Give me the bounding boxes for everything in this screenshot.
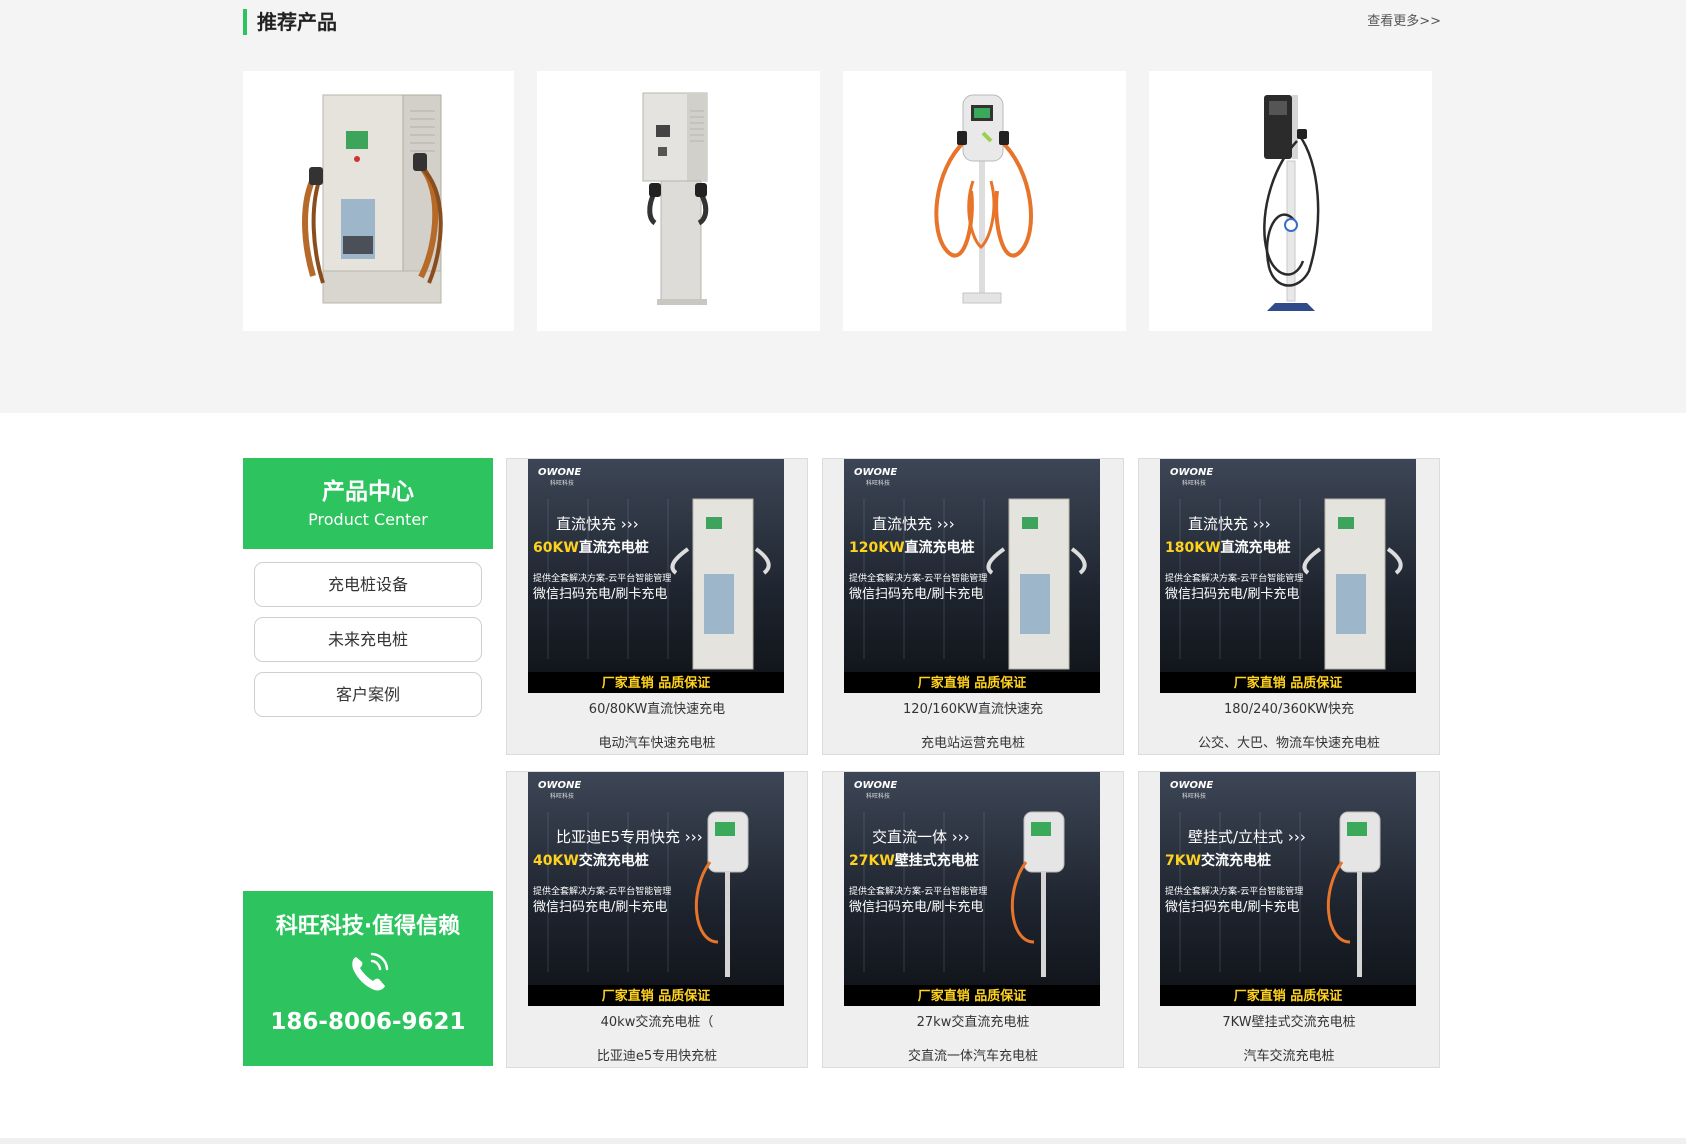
- banner-line-a: 提供全套解决方案-云平台智能管理: [533, 885, 671, 897]
- banner-brand-cn: 科旺科技: [550, 792, 574, 800]
- recommend-product-3[interactable]: [843, 71, 1126, 331]
- banner-power: 40KW交流充电桩: [533, 852, 649, 869]
- banner-headline: 比亚迪E5专用快充 ›››: [556, 828, 703, 846]
- contact-slogan: 科旺科技·值得信赖: [275, 914, 461, 939]
- banner-power: 7KW交流充电桩: [1165, 852, 1271, 869]
- banner-line-a: 提供全套解决方案-云平台智能管理: [533, 572, 671, 584]
- recommend-product-1[interactable]: [243, 71, 514, 331]
- product-sidebar: 产品中心 Product Center 充电桩设备 未来充电桩 客户案例 科旺科…: [243, 458, 493, 1066]
- product-banner-image: OWONE 科旺科技 交直流一体 ››› 27KW壁挂式充电桩 提供全套解决方案…: [844, 772, 1100, 1006]
- banner-footer: 厂家直销 品质保证: [918, 675, 1027, 691]
- product-banner: OWONE 科旺科技 直流快充 ››› 120KW直流充电桩 提供全套解决方案-…: [844, 459, 1100, 693]
- banner-headline: 直流快充 ›››: [556, 515, 639, 533]
- banner-brand-cn: 科旺科技: [550, 479, 574, 487]
- banner-brand: OWONE: [1170, 780, 1213, 791]
- product-name: 7KW壁挂式交流充电桩: [1222, 1015, 1356, 1030]
- product-banner: OWONE 科旺科技 直流快充 ››› 60KW直流充电桩 提供全套解决方案-云…: [528, 459, 784, 693]
- ac-charger-black-image: [1263, 95, 1320, 311]
- sidebar-title-en: Product Center: [308, 510, 428, 529]
- banner-footer: 厂家直销 品质保证: [602, 675, 711, 691]
- banner-brand-cn: 科旺科技: [866, 792, 890, 800]
- product-card[interactable]: OWONE 科旺科技 交直流一体 ››› 27KW壁挂式充电桩 提供全套解决方案…: [822, 771, 1124, 1068]
- banner-line-b: 微信扫码充电/刷卡充电: [533, 586, 667, 602]
- banner-line-b: 微信扫码充电/刷卡充电: [849, 586, 983, 602]
- product-subtitle: 比亚迪e5专用快充桩: [596, 1049, 718, 1064]
- banner-brand-cn: 科旺科技: [1182, 792, 1206, 800]
- banner-footer: 厂家直销 品质保证: [918, 988, 1027, 1004]
- recommend-section: 推荐产品 查看更多>>: [0, 0, 1686, 413]
- sidebar-header: 产品中心 Product Center: [243, 458, 493, 549]
- banner-line-a: 提供全套解决方案-云平台智能管理: [1165, 572, 1303, 584]
- banner-footer: 厂家直销 品质保证: [602, 988, 711, 1004]
- banner-brand: OWONE: [538, 467, 581, 478]
- banner-brand: OWONE: [1170, 467, 1213, 478]
- product-name: 120/160KW直流快速充: [903, 702, 1043, 717]
- recommend-product-2[interactable]: [537, 71, 820, 331]
- banner-line-a: 提供全套解决方案-云平台智能管理: [849, 885, 987, 897]
- product-banner: OWONE 科旺科技 直流快充 ››› 180KW直流充电桩 提供全套解决方案-…: [1160, 459, 1416, 693]
- product-subtitle: 公交、大巴、物流车快速充电桩: [1197, 736, 1380, 751]
- product-card[interactable]: OWONE 科旺科技 直流快充 ››› 180KW直流充电桩 提供全套解决方案-…: [1138, 458, 1440, 755]
- product-banner: OWONE 科旺科技 交直流一体 ››› 27KW壁挂式充电桩 提供全套解决方案…: [844, 772, 1100, 1006]
- product-name: 40kw交流充电桩（: [600, 1015, 714, 1030]
- contact-box: 科旺科技·值得信赖 186-8006-9621: [243, 891, 493, 1066]
- recommend-title: 推荐产品: [257, 10, 337, 34]
- product-banner: OWONE 科旺科技 比亚迪E5专用快充 ››› 40KW交流充电桩 提供全套解…: [528, 772, 784, 1006]
- banner-power: 27KW壁挂式充电桩: [849, 852, 979, 869]
- sidebar-item-charging-equipment[interactable]: 充电桩设备: [254, 562, 482, 607]
- product-name: 180/240/360KW快充: [1223, 702, 1355, 717]
- banner-power: 120KW直流充电桩: [849, 539, 975, 556]
- product-banner-image: OWONE 科旺科技 直流快充 ››› 120KW直流充电桩 提供全套解决方案-…: [844, 459, 1100, 693]
- phone-icon: [352, 952, 389, 991]
- dc-cabinet-image: [302, 94, 443, 304]
- recommend-header: 推荐产品 查看更多>>: [243, 9, 1441, 35]
- banner-power: 180KW直流充电桩: [1165, 539, 1291, 556]
- banner-brand-cn: 科旺科技: [866, 479, 890, 487]
- product-card[interactable]: OWONE 科旺科技 直流快充 ››› 60KW直流充电桩 提供全套解决方案-云…: [506, 458, 808, 755]
- product-name: 27kw交直流充电桩: [916, 1015, 1030, 1030]
- banner-line-a: 提供全套解决方案-云平台智能管理: [849, 572, 987, 584]
- product-banner-image: OWONE 科旺科技 直流快充 ››› 60KW直流充电桩 提供全套解决方案-云…: [528, 459, 784, 693]
- product-banner-image: OWONE 科旺科技 直流快充 ››› 180KW直流充电桩 提供全套解决方案-…: [1160, 459, 1416, 693]
- sidebar-item-customer-cases[interactable]: 客户案例: [254, 672, 482, 717]
- product-banner-image: OWONE 科旺科技 壁挂式/立柱式 ››› 7KW交流充电桩 提供全套解决方案…: [1160, 772, 1416, 1006]
- banner-footer: 厂家直销 品质保证: [1234, 675, 1343, 691]
- sidebar-title-cn: 产品中心: [322, 479, 414, 505]
- product-subtitle: 充电站运营充电桩: [920, 736, 1025, 751]
- product-name: 60/80KW直流快速充电: [588, 702, 726, 717]
- banner-power: 60KW直流充电桩: [533, 539, 649, 556]
- view-more-link[interactable]: 查看更多>>: [1367, 9, 1441, 35]
- product-card[interactable]: OWONE 科旺科技 壁挂式/立柱式 ››› 7KW交流充电桩 提供全套解决方案…: [1138, 771, 1440, 1068]
- banner-footer: 厂家直销 品质保证: [1234, 988, 1343, 1004]
- recommend-product-4[interactable]: [1149, 71, 1432, 331]
- product-subtitle: 汽车交流充电桩: [1243, 1049, 1335, 1064]
- product-card[interactable]: OWONE 科旺科技 比亚迪E5专用快充 ››› 40KW交流充电桩 提供全套解…: [506, 771, 808, 1068]
- banner-line-b: 微信扫码充电/刷卡充电: [533, 899, 667, 915]
- banner-line-a: 提供全套解决方案-云平台智能管理: [1165, 885, 1303, 897]
- product-subtitle: 电动汽车快速充电桩: [598, 736, 716, 751]
- banner-brand-cn: 科旺科技: [1182, 479, 1206, 487]
- title-accent-bar: [243, 9, 247, 35]
- banner-headline: 壁挂式/立柱式 ›››: [1188, 828, 1306, 846]
- banner-headline: 直流快充 ›››: [872, 515, 955, 533]
- banner-brand: OWONE: [538, 780, 581, 791]
- product-banner: OWONE 科旺科技 壁挂式/立柱式 ››› 7KW交流充电桩 提供全套解决方案…: [1160, 772, 1416, 1006]
- sidebar-item-future-charger[interactable]: 未来充电桩: [254, 617, 482, 662]
- banner-headline: 直流快充 ›››: [1188, 515, 1271, 533]
- banner-line-b: 微信扫码充电/刷卡充电: [1165, 899, 1299, 915]
- ac-charger-orange-image: [934, 94, 1033, 304]
- product-card[interactable]: OWONE 科旺科技 直流快充 ››› 120KW直流充电桩 提供全套解决方案-…: [822, 458, 1124, 755]
- product-subtitle: 交直流一体汽车充电桩: [907, 1049, 1038, 1064]
- dc-pedestal-image: [642, 92, 709, 305]
- banner-headline: 交直流一体 ›››: [872, 828, 970, 846]
- product-banner-image: OWONE 科旺科技 比亚迪E5专用快充 ››› 40KW交流充电桩 提供全套解…: [528, 772, 784, 1006]
- banner-brand: OWONE: [854, 780, 897, 791]
- banner-line-b: 微信扫码充电/刷卡充电: [1165, 586, 1299, 602]
- footer-strip: [0, 1138, 1686, 1144]
- banner-brand: OWONE: [854, 467, 897, 478]
- banner-line-b: 微信扫码充电/刷卡充电: [849, 899, 983, 915]
- contact-phone: 186-8006-9621: [270, 1009, 466, 1035]
